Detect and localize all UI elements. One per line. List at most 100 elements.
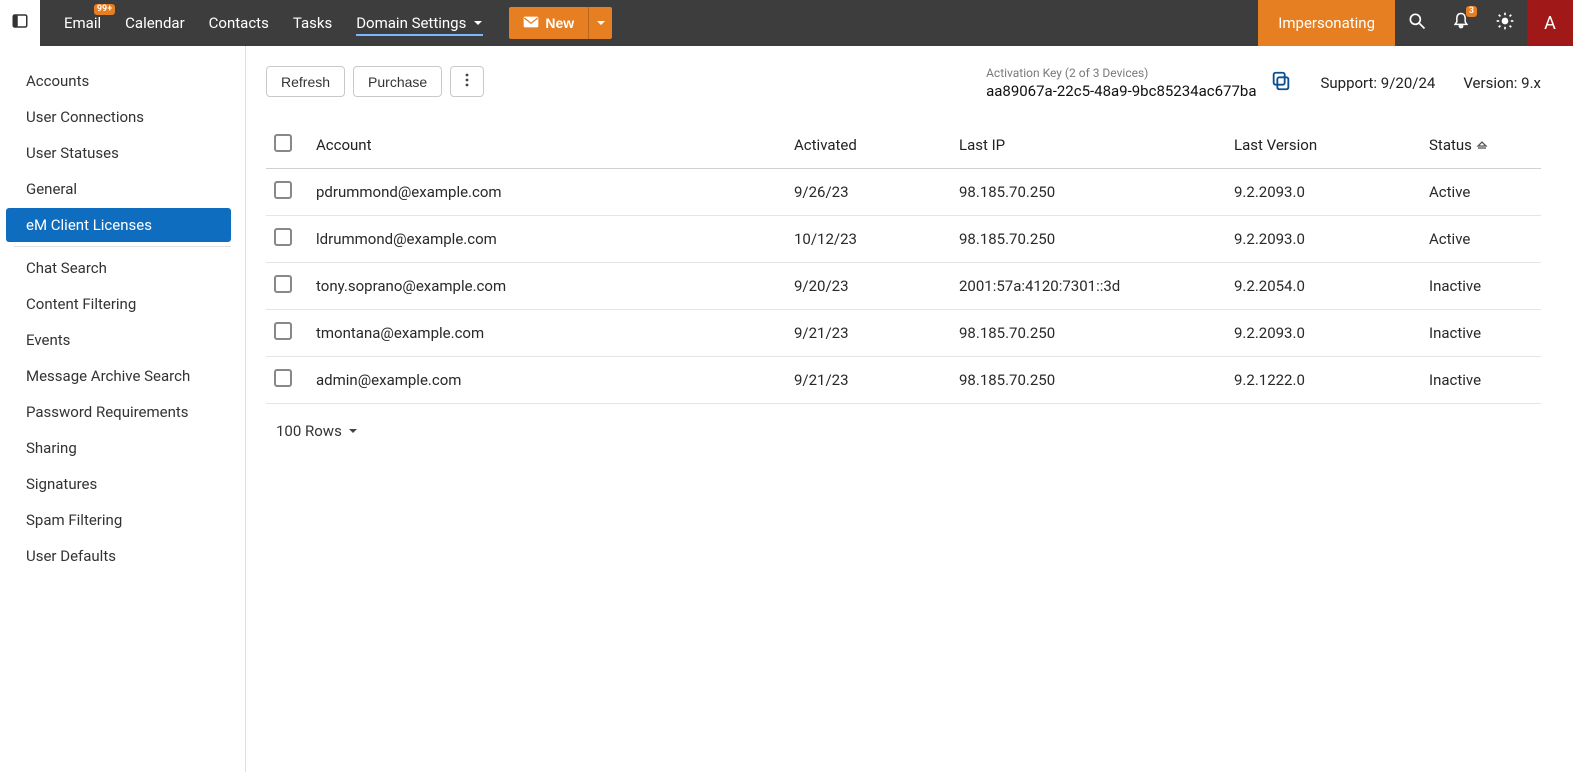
sidebar-item-content-filtering[interactable]: Content Filtering (6, 287, 231, 321)
header-activated-label: Activated (794, 136, 857, 154)
header-account[interactable]: Account (308, 122, 786, 169)
cell-lastip: 98.185.70.250 (951, 310, 1226, 357)
table-row[interactable]: ldrummond@example.com10/12/2398.185.70.2… (266, 216, 1541, 263)
cell-account: ldrummond@example.com (308, 216, 786, 263)
cell-activated: 9/20/23 (786, 263, 951, 310)
sidebar-item-spam-filtering[interactable]: Spam Filtering (6, 503, 231, 537)
sidebar-divider (14, 246, 231, 247)
sidebar-item-label: Accounts (26, 72, 89, 90)
row-checkbox-cell (266, 263, 308, 310)
sidebar-item-message-archive-search[interactable]: Message Archive Search (6, 359, 231, 393)
nav-item-email[interactable]: Email99+ (64, 0, 101, 46)
header-account-label: Account (316, 136, 372, 154)
licenses-table: Account Activated Last IP Last Version S… (266, 122, 1541, 404)
sidebar-item-signatures[interactable]: Signatures (6, 467, 231, 501)
row-checkbox[interactable] (274, 369, 292, 387)
sidebar-group-2: Chat Search Content Filtering Events Messag… (0, 251, 245, 573)
cell-activated: 9/21/23 (786, 357, 951, 404)
row-checkbox[interactable] (274, 275, 292, 293)
sidebar-item-user-connections[interactable]: User Connections (6, 100, 231, 134)
row-checkbox-cell (266, 169, 308, 216)
sidebar-item-label: User Connections (26, 108, 144, 126)
cell-account: tony.soprano@example.com (308, 263, 786, 310)
theme-button[interactable] (1483, 0, 1527, 46)
refresh-button[interactable]: Refresh (266, 66, 345, 97)
nav-item-tasks[interactable]: Tasks (293, 0, 332, 46)
copy-button[interactable] (1270, 70, 1292, 96)
sidebar-item-password-requirements[interactable]: Password Requirements (6, 395, 231, 429)
cell-activated: 9/26/23 (786, 169, 951, 216)
cell-account: tmontana@example.com (308, 310, 786, 357)
select-all-checkbox[interactable] (274, 134, 292, 152)
nav-item-domain-settings[interactable]: Domain Settings (356, 0, 483, 46)
nav-item-label: Email (64, 14, 101, 32)
cell-lastip: 98.185.70.250 (951, 357, 1226, 404)
sidebar-item-events[interactable]: Events (6, 323, 231, 357)
row-checkbox[interactable] (274, 228, 292, 246)
row-checkbox-cell (266, 216, 308, 263)
nav-item-label: Domain Settings (356, 14, 466, 32)
nav-item-badge: 99+ (94, 4, 115, 15)
new-button-label: New (545, 15, 574, 31)
nav-item-calendar[interactable]: Calendar (125, 0, 185, 46)
more-actions-button[interactable] (450, 66, 484, 97)
cell-lastversion: 9.2.1222.0 (1226, 357, 1421, 404)
row-checkbox[interactable] (274, 322, 292, 340)
sidebar-item-label: Content Filtering (26, 295, 136, 313)
sidebar-item-label: Message Archive Search (26, 367, 190, 385)
sidebar-item-user-statuses[interactable]: User Statuses (6, 136, 231, 170)
cell-lastversion: 9.2.2093.0 (1226, 216, 1421, 263)
sidebar-item-label: Signatures (26, 475, 97, 493)
table-row[interactable]: pdrummond@example.com9/26/2398.185.70.25… (266, 169, 1541, 216)
header-status[interactable]: Status (1421, 122, 1541, 169)
header-lastversion-label: Last Version (1234, 136, 1317, 154)
sidebar-item-general[interactable]: General (6, 172, 231, 206)
cell-status: Inactive (1421, 310, 1541, 357)
sidebar-item-user-defaults[interactable]: User Defaults (6, 539, 231, 573)
sidebar-toggle-button[interactable] (0, 0, 40, 46)
sidebar-item-label: Chat Search (26, 259, 107, 277)
topbar-right: Impersonating 3 A (1258, 0, 1573, 46)
sidebar-item-sharing[interactable]: Sharing (6, 431, 231, 465)
cell-account: admin@example.com (308, 357, 786, 404)
table-row[interactable]: admin@example.com9/21/2398.185.70.2509.2… (266, 357, 1541, 404)
purchase-button[interactable]: Purchase (353, 66, 442, 97)
cell-lastip: 98.185.70.250 (951, 169, 1226, 216)
table-row[interactable]: tony.soprano@example.com9/20/232001:57a:… (266, 263, 1541, 310)
chevron-down-icon (596, 16, 606, 31)
row-checkbox-cell (266, 310, 308, 357)
notification-badge: 3 (1466, 6, 1477, 17)
sidebar-item-label: User Defaults (26, 547, 116, 565)
chevron-down-icon (348, 422, 358, 440)
activation-text: Activation Key (2 of 3 Devices) aa89067a… (986, 66, 1256, 100)
new-button-dropdown[interactable] (588, 7, 612, 39)
sidebar-item-accounts[interactable]: Accounts (6, 64, 231, 98)
new-button-group: New (509, 7, 612, 39)
header-lastversion[interactable]: Last Version (1226, 122, 1421, 169)
cell-lastip: 2001:57a:4120:7301::3d (951, 263, 1226, 310)
sidebar-item-em-client-licenses[interactable]: eM Client Licenses (6, 208, 231, 242)
row-checkbox[interactable] (274, 181, 292, 199)
header-activated[interactable]: Activated (786, 122, 951, 169)
header-lastip[interactable]: Last IP (951, 122, 1226, 169)
search-button[interactable] (1395, 0, 1439, 46)
new-button[interactable]: New (509, 7, 588, 39)
cell-activated: 10/12/23 (786, 216, 951, 263)
sidebar-item-label: Password Requirements (26, 403, 189, 421)
cell-lastversion: 9.2.2093.0 (1226, 310, 1421, 357)
nav-item-contacts[interactable]: Contacts (209, 0, 269, 46)
nav-item-label: Calendar (125, 14, 185, 32)
table-row[interactable]: tmontana@example.com9/21/2398.185.70.250… (266, 310, 1541, 357)
rows-per-page-selector[interactable]: 100 Rows (266, 422, 358, 440)
notifications-button[interactable]: 3 (1439, 0, 1483, 46)
sort-asc-icon (1476, 136, 1488, 154)
mail-icon (523, 15, 539, 31)
cell-status: Active (1421, 216, 1541, 263)
sidebar-item-label: General (26, 180, 77, 198)
sidebar-group-1: Accounts User Connections User Statuses Gen… (0, 64, 245, 242)
row-checkbox-cell (266, 357, 308, 404)
impersonating-button[interactable]: Impersonating (1258, 0, 1395, 46)
avatar[interactable]: A (1527, 0, 1573, 46)
header-lastip-label: Last IP (959, 136, 1005, 154)
sidebar-item-chat-search[interactable]: Chat Search (6, 251, 231, 285)
